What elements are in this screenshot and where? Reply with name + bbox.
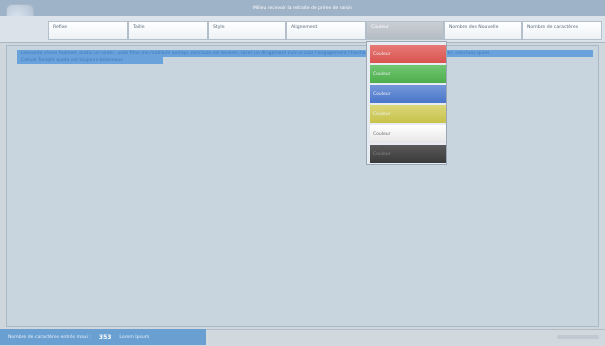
color-option-yellow[interactable]: Couleur xyxy=(370,105,446,123)
tab-couleur[interactable]: Couleur xyxy=(366,21,444,40)
editor-line-2[interactable]: Cellule Tonight quota est toujours-boiss… xyxy=(21,57,123,64)
color-option-white[interactable]: Couleur xyxy=(370,125,446,143)
color-option-black[interactable]: Couleur xyxy=(370,145,446,163)
char-count-suffix: Lorem Ipsum xyxy=(119,334,150,340)
window-title: Milieu recevoir la retraite de prime de … xyxy=(253,5,352,11)
tab-style[interactable]: Style xyxy=(208,21,286,40)
tab-taille[interactable]: Taille xyxy=(128,21,208,40)
color-dropdown-menu: Couleur Couleur Couleur Couleur Couleur … xyxy=(366,41,447,165)
tab-alignement[interactable]: Alignement xyxy=(286,21,366,40)
character-count-panel: Nombre de caractères entrés maxi : 353 L… xyxy=(0,329,206,345)
tab-nombre-nouvelle[interactable]: Nombre des Nouvelle xyxy=(444,21,522,40)
title-bar: Milieu recevoir la retraite de prime de … xyxy=(0,0,605,16)
zoom-slider[interactable] xyxy=(557,335,599,339)
color-option-green[interactable]: Couleur xyxy=(370,65,446,83)
color-option-red[interactable]: Couleur xyxy=(370,45,446,63)
tab-nombre-caracteres[interactable]: Nombre de caractères xyxy=(522,21,602,40)
tab-refixe[interactable]: Refixe xyxy=(48,21,128,40)
text-editor-area[interactable]: Leonardo chose foamed, oratio un sinter,… xyxy=(6,45,599,327)
char-count-label: Nombre de caractères entrés maxi : xyxy=(8,334,91,340)
app-window: Milieu recevoir la retraite de prime de … xyxy=(0,0,605,346)
char-count-value: 353 xyxy=(98,333,112,341)
color-option-blue[interactable]: Couleur xyxy=(370,85,446,103)
